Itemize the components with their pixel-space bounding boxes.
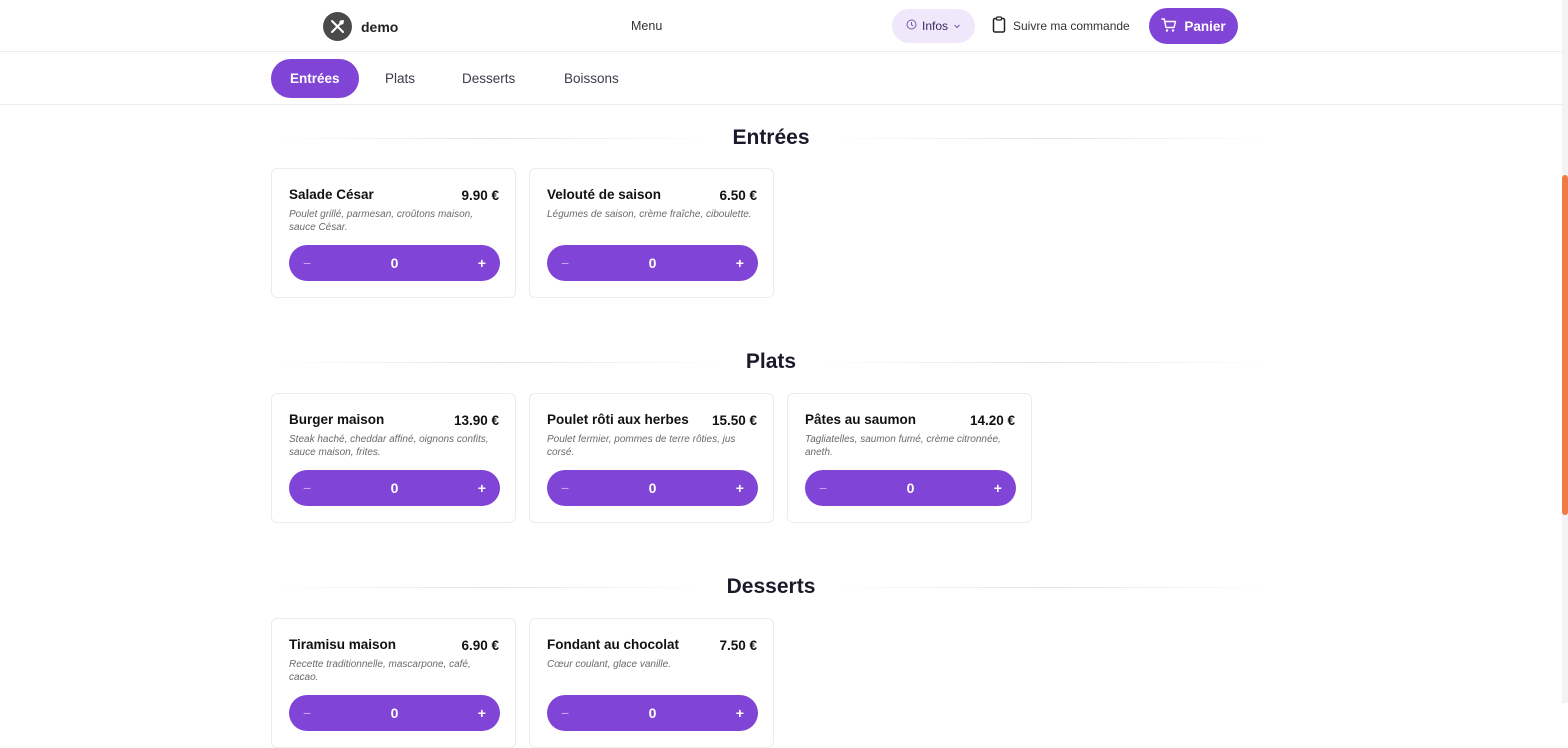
- item-price: 9.90 €: [461, 188, 499, 203]
- item-name: Pâtes au saumon: [805, 412, 917, 427]
- increase-button[interactable]: +: [736, 255, 744, 271]
- track-order-label: Suivre ma commande: [1013, 19, 1130, 33]
- quantity-value: 0: [648, 705, 657, 721]
- quantity-stepper: − 0 +: [547, 245, 758, 281]
- item-description: Tagliatelles, saumon fumé, crème citronn…: [805, 434, 1001, 458]
- increase-button[interactable]: +: [478, 255, 486, 271]
- section-heading-desserts: Desserts: [271, 574, 1272, 600]
- quantity-stepper: − 0 +: [289, 245, 500, 281]
- item-name: Burger maison: [289, 412, 385, 427]
- decrease-button[interactable]: −: [561, 705, 569, 721]
- quantity-value: 0: [390, 480, 399, 496]
- item-name: Fondant au chocolat: [547, 637, 680, 652]
- decrease-button[interactable]: −: [303, 480, 311, 496]
- cart-icon: [1161, 17, 1177, 36]
- menu-item-card: Salade César 9.90 € Poulet grillé, parme…: [271, 168, 516, 298]
- scrollbar-thumb[interactable]: [1562, 175, 1568, 515]
- decrease-button[interactable]: −: [819, 480, 827, 496]
- clock-icon: [906, 19, 917, 33]
- increase-button[interactable]: +: [736, 705, 744, 721]
- tab-desserts[interactable]: Desserts: [462, 59, 515, 98]
- quantity-value: 0: [906, 480, 915, 496]
- quantity-stepper: − 0 +: [547, 695, 758, 731]
- item-description: Légumes de saison, crème fraîche, ciboul…: [547, 209, 752, 220]
- increase-button[interactable]: +: [994, 480, 1002, 496]
- quantity-value: 0: [390, 255, 399, 271]
- menu-item-card: Velouté de saison 6.50 € Légumes de sais…: [529, 168, 774, 298]
- page-scrollbar[interactable]: [1562, 0, 1568, 703]
- brand-name: demo: [361, 18, 399, 35]
- chevron-down-icon: [953, 19, 961, 33]
- decrease-button[interactable]: −: [303, 255, 311, 271]
- infos-label: Infos: [921, 19, 948, 33]
- track-order-button[interactable]: Suivre ma commande: [992, 16, 1130, 36]
- menu-item-card: Tiramisu maison 6.90 € Recette tradition…: [271, 618, 516, 748]
- item-price: 6.50 €: [719, 188, 757, 203]
- section-title: Entrées: [732, 126, 810, 149]
- menu-item-card: Burger maison 13.90 € Steak haché, chedd…: [271, 393, 516, 523]
- increase-button[interactable]: +: [478, 705, 486, 721]
- item-price: 15.50 €: [711, 413, 757, 428]
- decrease-button[interactable]: −: [561, 255, 569, 271]
- cart-label: Panier: [1184, 18, 1226, 34]
- quantity-value: 0: [648, 255, 657, 271]
- item-name: Velouté de saison: [547, 187, 662, 202]
- category-tabs: Entrées Plats Desserts Boissons: [0, 53, 1562, 105]
- nav-menu-link[interactable]: Menu: [631, 19, 662, 33]
- quantity-stepper: − 0 +: [547, 470, 758, 506]
- item-price: 14.20 €: [969, 413, 1015, 428]
- utensils-icon: [323, 12, 352, 41]
- menu-item-card: Poulet rôti aux herbes 15.50 € Poulet fe…: [529, 393, 774, 523]
- brand-logo[interactable]: demo: [323, 12, 398, 41]
- cart-button[interactable]: Panier: [1149, 8, 1238, 44]
- menu-item-card: Pâtes au saumon 14.20 € Tagliatelles, sa…: [787, 393, 1032, 523]
- item-description: Poulet grillé, parmesan, croûtons maison…: [289, 209, 473, 233]
- section-heading-plats: Plats: [271, 349, 1272, 375]
- tab-plats[interactable]: Plats: [385, 59, 415, 98]
- item-description: Poulet fermier, pommes de terre rôties, …: [547, 434, 736, 458]
- section-title: Desserts: [726, 575, 816, 598]
- tab-entrees[interactable]: Entrées: [271, 59, 359, 98]
- decrease-button[interactable]: −: [303, 705, 311, 721]
- quantity-value: 0: [648, 480, 657, 496]
- menu-item-card: Fondant au chocolat 7.50 € Cœur coulant,…: [529, 618, 774, 748]
- item-description: Recette traditionnelle, mascarpone, café…: [289, 659, 471, 683]
- increase-button[interactable]: +: [736, 480, 744, 496]
- quantity-stepper: − 0 +: [289, 695, 500, 731]
- item-name: Poulet rôti aux herbes: [547, 412, 689, 427]
- quantity-stepper: − 0 +: [805, 470, 1016, 506]
- top-header: demo Menu Infos Suivre ma commande Panie…: [0, 0, 1562, 52]
- section-title: Plats: [745, 350, 797, 373]
- clipboard-icon: [992, 16, 1006, 36]
- increase-button[interactable]: +: [478, 480, 486, 496]
- item-description: Cœur coulant, glace vanille.: [547, 659, 671, 670]
- item-price: 13.90 €: [453, 413, 499, 428]
- decrease-button[interactable]: −: [561, 480, 569, 496]
- item-price: 7.50 €: [719, 638, 757, 653]
- item-name: Tiramisu maison: [289, 637, 397, 652]
- quantity-value: 0: [390, 705, 399, 721]
- item-price: 6.90 €: [461, 638, 499, 653]
- item-description: Steak haché, cheddar affiné, oignons con…: [289, 434, 489, 458]
- quantity-stepper: − 0 +: [289, 470, 500, 506]
- infos-button[interactable]: Infos: [892, 9, 975, 43]
- tab-boissons[interactable]: Boissons: [564, 59, 619, 98]
- section-heading-entrees: Entrées: [271, 125, 1272, 151]
- item-name: Salade César: [289, 187, 374, 202]
